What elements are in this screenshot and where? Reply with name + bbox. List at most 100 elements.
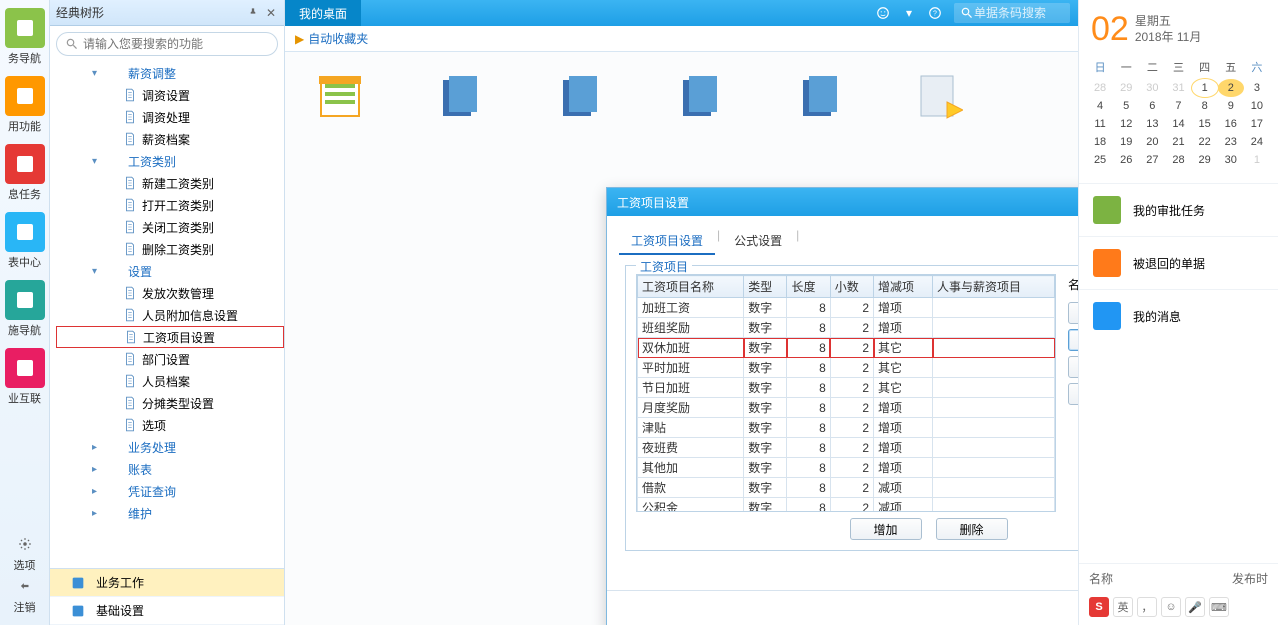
nav-icon[interactable]: [5, 280, 45, 320]
tree-node[interactable]: 打开工资类别: [56, 194, 284, 216]
nav-icon[interactable]: [5, 76, 45, 116]
calendar-day[interactable]: 31: [1165, 79, 1191, 97]
app-icon-3[interactable]: [555, 72, 605, 122]
tree-search-input[interactable]: [83, 37, 269, 51]
calendar-day[interactable]: 11: [1087, 115, 1113, 133]
grid-row[interactable]: 班组奖励数字82增项: [638, 318, 1055, 338]
tab-items[interactable]: 工资项目设置: [619, 228, 715, 255]
tree-node[interactable]: ▸ 业务处理: [56, 436, 284, 458]
gear-icon[interactable]: [18, 537, 32, 551]
tree-node[interactable]: ▸ 账表: [56, 458, 284, 480]
calendar-day[interactable]: 1: [1192, 79, 1218, 97]
calendar-day[interactable]: 12: [1113, 115, 1139, 133]
grid-header[interactable]: 工资项目名称: [638, 276, 744, 298]
calendar-day[interactable]: 6: [1139, 97, 1165, 115]
grid-row[interactable]: 津贴数字82增项: [638, 418, 1055, 438]
calendar-day[interactable]: 30: [1218, 151, 1244, 169]
nav-icon[interactable]: [5, 8, 45, 48]
move-button[interactable]: 置顶: [1068, 356, 1078, 378]
move-button[interactable]: 上移: [1068, 302, 1078, 324]
tree-node[interactable]: 发放次数管理: [56, 282, 284, 304]
calendar-day[interactable]: 14: [1165, 115, 1191, 133]
calendar[interactable]: 日一二三四五六282930311234567891011121314151617…: [1079, 55, 1278, 169]
tree-node[interactable]: 关闭工资类别: [56, 216, 284, 238]
ime-button[interactable]: ☺: [1161, 597, 1181, 617]
calendar-day[interactable]: 29: [1192, 151, 1218, 169]
right-menu-item[interactable]: 我的消息: [1079, 289, 1278, 342]
calendar-day[interactable]: 22: [1192, 133, 1218, 151]
calendar-day[interactable]: 25: [1087, 151, 1113, 169]
tree-node[interactable]: 选项: [56, 414, 284, 436]
app-icon-1[interactable]: [315, 72, 365, 122]
delete-button[interactable]: 删除: [936, 518, 1008, 540]
grid-row[interactable]: 公积金数字82减项: [638, 498, 1055, 513]
calendar-day[interactable]: 24: [1244, 133, 1270, 151]
grid-header[interactable]: 增减项: [874, 276, 933, 298]
calendar-day[interactable]: 5: [1113, 97, 1139, 115]
add-button[interactable]: 增加: [850, 518, 922, 540]
tree-node[interactable]: 调资设置: [56, 84, 284, 106]
tree-footer-item[interactable]: 基础设置: [50, 597, 284, 625]
calendar-day[interactable]: 2: [1218, 79, 1244, 97]
grid-header[interactable]: 类型: [744, 276, 787, 298]
grid-header[interactable]: 人事与薪资项目: [933, 276, 1055, 298]
ime-button[interactable]: S: [1089, 597, 1109, 617]
calendar-day[interactable]: 13: [1139, 115, 1165, 133]
calendar-day[interactable]: 10: [1244, 97, 1270, 115]
ime-button[interactable]: 🎤: [1185, 597, 1205, 617]
favorites-bar[interactable]: ▶ 自动收藏夹: [285, 26, 1078, 52]
grid-row[interactable]: 加班工资数字82增项: [638, 298, 1055, 318]
calendar-day[interactable]: 30: [1139, 79, 1165, 97]
app-icon-2[interactable]: [435, 72, 485, 122]
calendar-day[interactable]: 4: [1087, 97, 1113, 115]
grid-row[interactable]: 双休加班数字82其它: [638, 338, 1055, 358]
calendar-day[interactable]: 8: [1192, 97, 1218, 115]
tree-node[interactable]: 调资处理: [56, 106, 284, 128]
right-menu-item[interactable]: 被退回的单据: [1079, 236, 1278, 289]
desktop-tab[interactable]: 我的桌面: [285, 0, 361, 26]
ime-button[interactable]: ，: [1137, 597, 1157, 617]
calendar-day[interactable]: 28: [1165, 151, 1191, 169]
ime-button[interactable]: ⌨: [1209, 597, 1229, 617]
tree-node[interactable]: 删除工资类别: [56, 238, 284, 260]
close-icon[interactable]: ✕: [264, 6, 278, 20]
dropdown-icon[interactable]: ▾: [898, 2, 920, 24]
calendar-day[interactable]: 7: [1165, 97, 1191, 115]
calendar-day[interactable]: 1: [1244, 151, 1270, 169]
tree-node[interactable]: 部门设置: [56, 348, 284, 370]
app-icon-4[interactable]: [675, 72, 725, 122]
ime-lang[interactable]: 英: [1113, 597, 1133, 617]
move-button[interactable]: 下移: [1068, 329, 1078, 351]
calendar-day[interactable]: 3: [1244, 79, 1270, 97]
calendar-day[interactable]: 20: [1139, 133, 1165, 151]
grid-row[interactable]: 借款数字82减项: [638, 478, 1055, 498]
nav-icon[interactable]: [5, 348, 45, 388]
tree-node[interactable]: ▸ 维护: [56, 502, 284, 524]
calendar-day[interactable]: 17: [1244, 115, 1270, 133]
tree-node[interactable]: ▾ 设置: [56, 260, 284, 282]
calendar-day[interactable]: 29: [1113, 79, 1139, 97]
grid-row[interactable]: 平时加班数字82其它: [638, 358, 1055, 378]
grid-row[interactable]: 夜班费数字82增项: [638, 438, 1055, 458]
grid-row[interactable]: 节日加班数字82其它: [638, 378, 1055, 398]
grid-row[interactable]: 月度奖励数字82增项: [638, 398, 1055, 418]
help-icon[interactable]: ?: [924, 2, 946, 24]
tree-search[interactable]: [56, 32, 278, 56]
tree-node[interactable]: ▾ 工资类别: [56, 150, 284, 172]
grid-header[interactable]: 长度: [787, 276, 830, 298]
nav-icon[interactable]: [5, 144, 45, 184]
calendar-day[interactable]: 9: [1218, 97, 1244, 115]
app-icon-5[interactable]: [795, 72, 845, 122]
calendar-day[interactable]: 15: [1192, 115, 1218, 133]
calendar-day[interactable]: 16: [1218, 115, 1244, 133]
calendar-day[interactable]: 21: [1165, 133, 1191, 151]
salary-grid[interactable]: 工资项目名称类型长度小数增减项人事与薪资项目 加班工资数字82增项 班组奖励数字…: [636, 274, 1056, 512]
tree-node[interactable]: 人员附加信息设置: [56, 304, 284, 326]
pin-icon[interactable]: [246, 6, 260, 20]
tab-formula[interactable]: 公式设置: [722, 228, 794, 255]
calendar-day[interactable]: 28: [1087, 79, 1113, 97]
calendar-day[interactable]: 19: [1113, 133, 1139, 151]
smile-icon[interactable]: [872, 2, 894, 24]
tree-node[interactable]: 薪资档案: [56, 128, 284, 150]
calendar-day[interactable]: 23: [1218, 133, 1244, 151]
